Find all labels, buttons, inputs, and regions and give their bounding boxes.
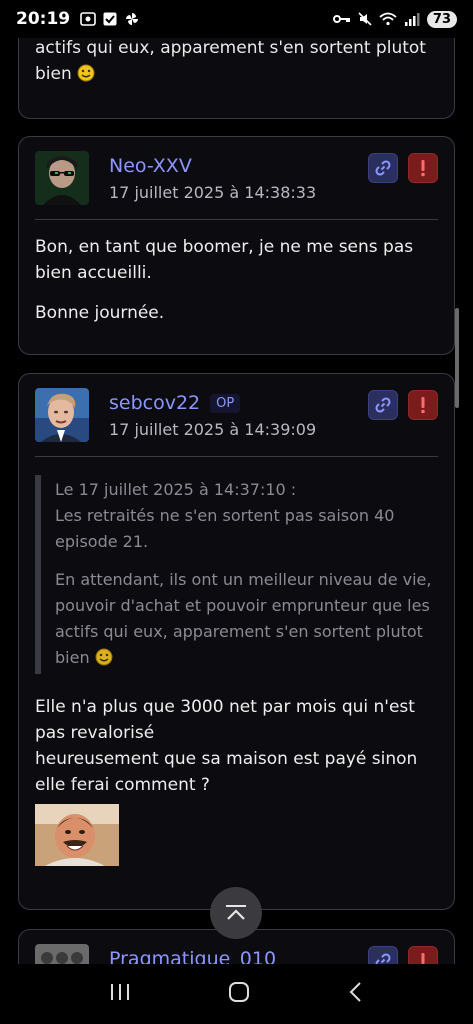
post-paragraph: Bonne journée. [35, 303, 165, 323]
author-name[interactable]: Neo-XXV [109, 155, 192, 177]
pinwheel-icon [124, 12, 140, 26]
post-line: Elle n'a plus que 3000 net par mois qui … [35, 697, 415, 743]
exclamation-icon [421, 397, 425, 414]
permalink-button[interactable] [368, 390, 398, 420]
status-notification-icons [80, 12, 140, 26]
chevron-up-icon [226, 905, 246, 920]
scrollbar-thumb[interactable] [455, 308, 459, 408]
author-row: sebcov22 OP [109, 392, 316, 414]
author-row: Pragmatique_010 [109, 948, 276, 964]
exclamation-icon [421, 953, 425, 964]
post-date[interactable]: 17 juillet 2025 à 14:38:33 [109, 183, 316, 202]
report-button[interactable] [408, 390, 438, 420]
status-right-icons: 73 [332, 10, 457, 28]
post-meta: Pragmatique_010 [109, 944, 276, 964]
report-button[interactable] [408, 153, 438, 183]
battery-indicator: 73 [426, 10, 457, 28]
home-button[interactable] [228, 981, 250, 1007]
post-line: heureusement que sa maison est payé sino… [35, 749, 418, 795]
post-header: Neo-XXV 17 juillet 2025 à 14:38:33 [19, 137, 454, 205]
post-header: sebcov22 OP 17 juillet 2025 à 14:39:09 [19, 374, 454, 442]
quote-text: Le 17 juillet 2025 à 14:37:10 : Les retr… [55, 477, 438, 555]
post-meta: Neo-XXV 17 juillet 2025 à 14:38:33 [109, 151, 316, 202]
system-nav-bar [0, 964, 473, 1024]
signal-icon [404, 13, 420, 26]
post-body: Le 17 juillet 2025 à 14:37:10 : Les retr… [19, 457, 454, 882]
post-card: Neo-XXV 17 juillet 2025 à 14:38:33 Bon, … [18, 136, 455, 355]
post-actions [368, 946, 438, 964]
exclamation-icon [421, 160, 425, 177]
avatar[interactable] [35, 388, 89, 442]
post-actions [368, 153, 438, 183]
mute-icon [358, 12, 372, 26]
message-feed[interactable]: pouvoir d'achat et pouvoir emprunteur qu… [0, 38, 473, 964]
post-actions [368, 390, 438, 420]
post-card-op: sebcov22 OP 17 juillet 2025 à 14:39:09 L… [18, 373, 455, 910]
recent-apps-icon [110, 984, 129, 1000]
home-icon [229, 982, 250, 1002]
wifi-icon [379, 12, 397, 26]
author-name[interactable]: Pragmatique_010 [109, 948, 276, 964]
screenshot-icon [80, 12, 96, 26]
smiley-emoji-icon [95, 648, 113, 674]
op-badge: OP [210, 393, 241, 413]
post-fragment-text: pouvoir d'achat et pouvoir emprunteur qu… [35, 38, 438, 90]
quote-line: Les retraités ne s'en sortent pas saison… [55, 506, 395, 551]
author-name[interactable]: sebcov22 [109, 392, 200, 414]
status-time: 20:19 [16, 9, 71, 29]
post-meta: sebcov22 OP 17 juillet 2025 à 14:39:09 [109, 388, 316, 439]
link-icon [375, 160, 391, 176]
back-icon [349, 982, 361, 1002]
post-paragraph: Bon, en tant que boomer, je ne me sens p… [35, 237, 414, 283]
author-row: Neo-XXV [109, 155, 316, 177]
quote-block: Le 17 juillet 2025 à 14:37:10 : Les retr… [35, 475, 438, 674]
back-button[interactable] [348, 981, 364, 1007]
post-paragraph: Elle n'a plus que 3000 net par mois qui … [35, 694, 438, 798]
post-date[interactable]: 17 juillet 2025 à 14:39:09 [109, 420, 316, 439]
post-card-previous: pouvoir d'achat et pouvoir emprunteur qu… [18, 38, 455, 119]
post-body: Bon, en tant que boomer, je ne me sens p… [19, 220, 454, 342]
quote-header: Le 17 juillet 2025 à 14:37:10 : [55, 480, 297, 499]
checkbox-icon [102, 12, 118, 26]
avatar[interactable] [35, 151, 89, 205]
key-icon [332, 15, 350, 23]
scroll-to-top-button[interactable] [210, 887, 262, 939]
quote-text: En attendant, ils ont un meilleur niveau… [55, 567, 438, 674]
link-icon [375, 953, 391, 964]
link-icon [375, 397, 391, 413]
permalink-button[interactable] [368, 946, 398, 964]
report-button[interactable] [408, 946, 438, 964]
avatar[interactable] [35, 944, 89, 964]
permalink-button[interactable] [368, 153, 398, 183]
sticker-image[interactable] [35, 804, 119, 866]
recent-apps-button[interactable] [109, 982, 131, 1006]
status-bar: 20:19 73 [0, 0, 473, 38]
smiley-emoji-icon [77, 64, 95, 90]
